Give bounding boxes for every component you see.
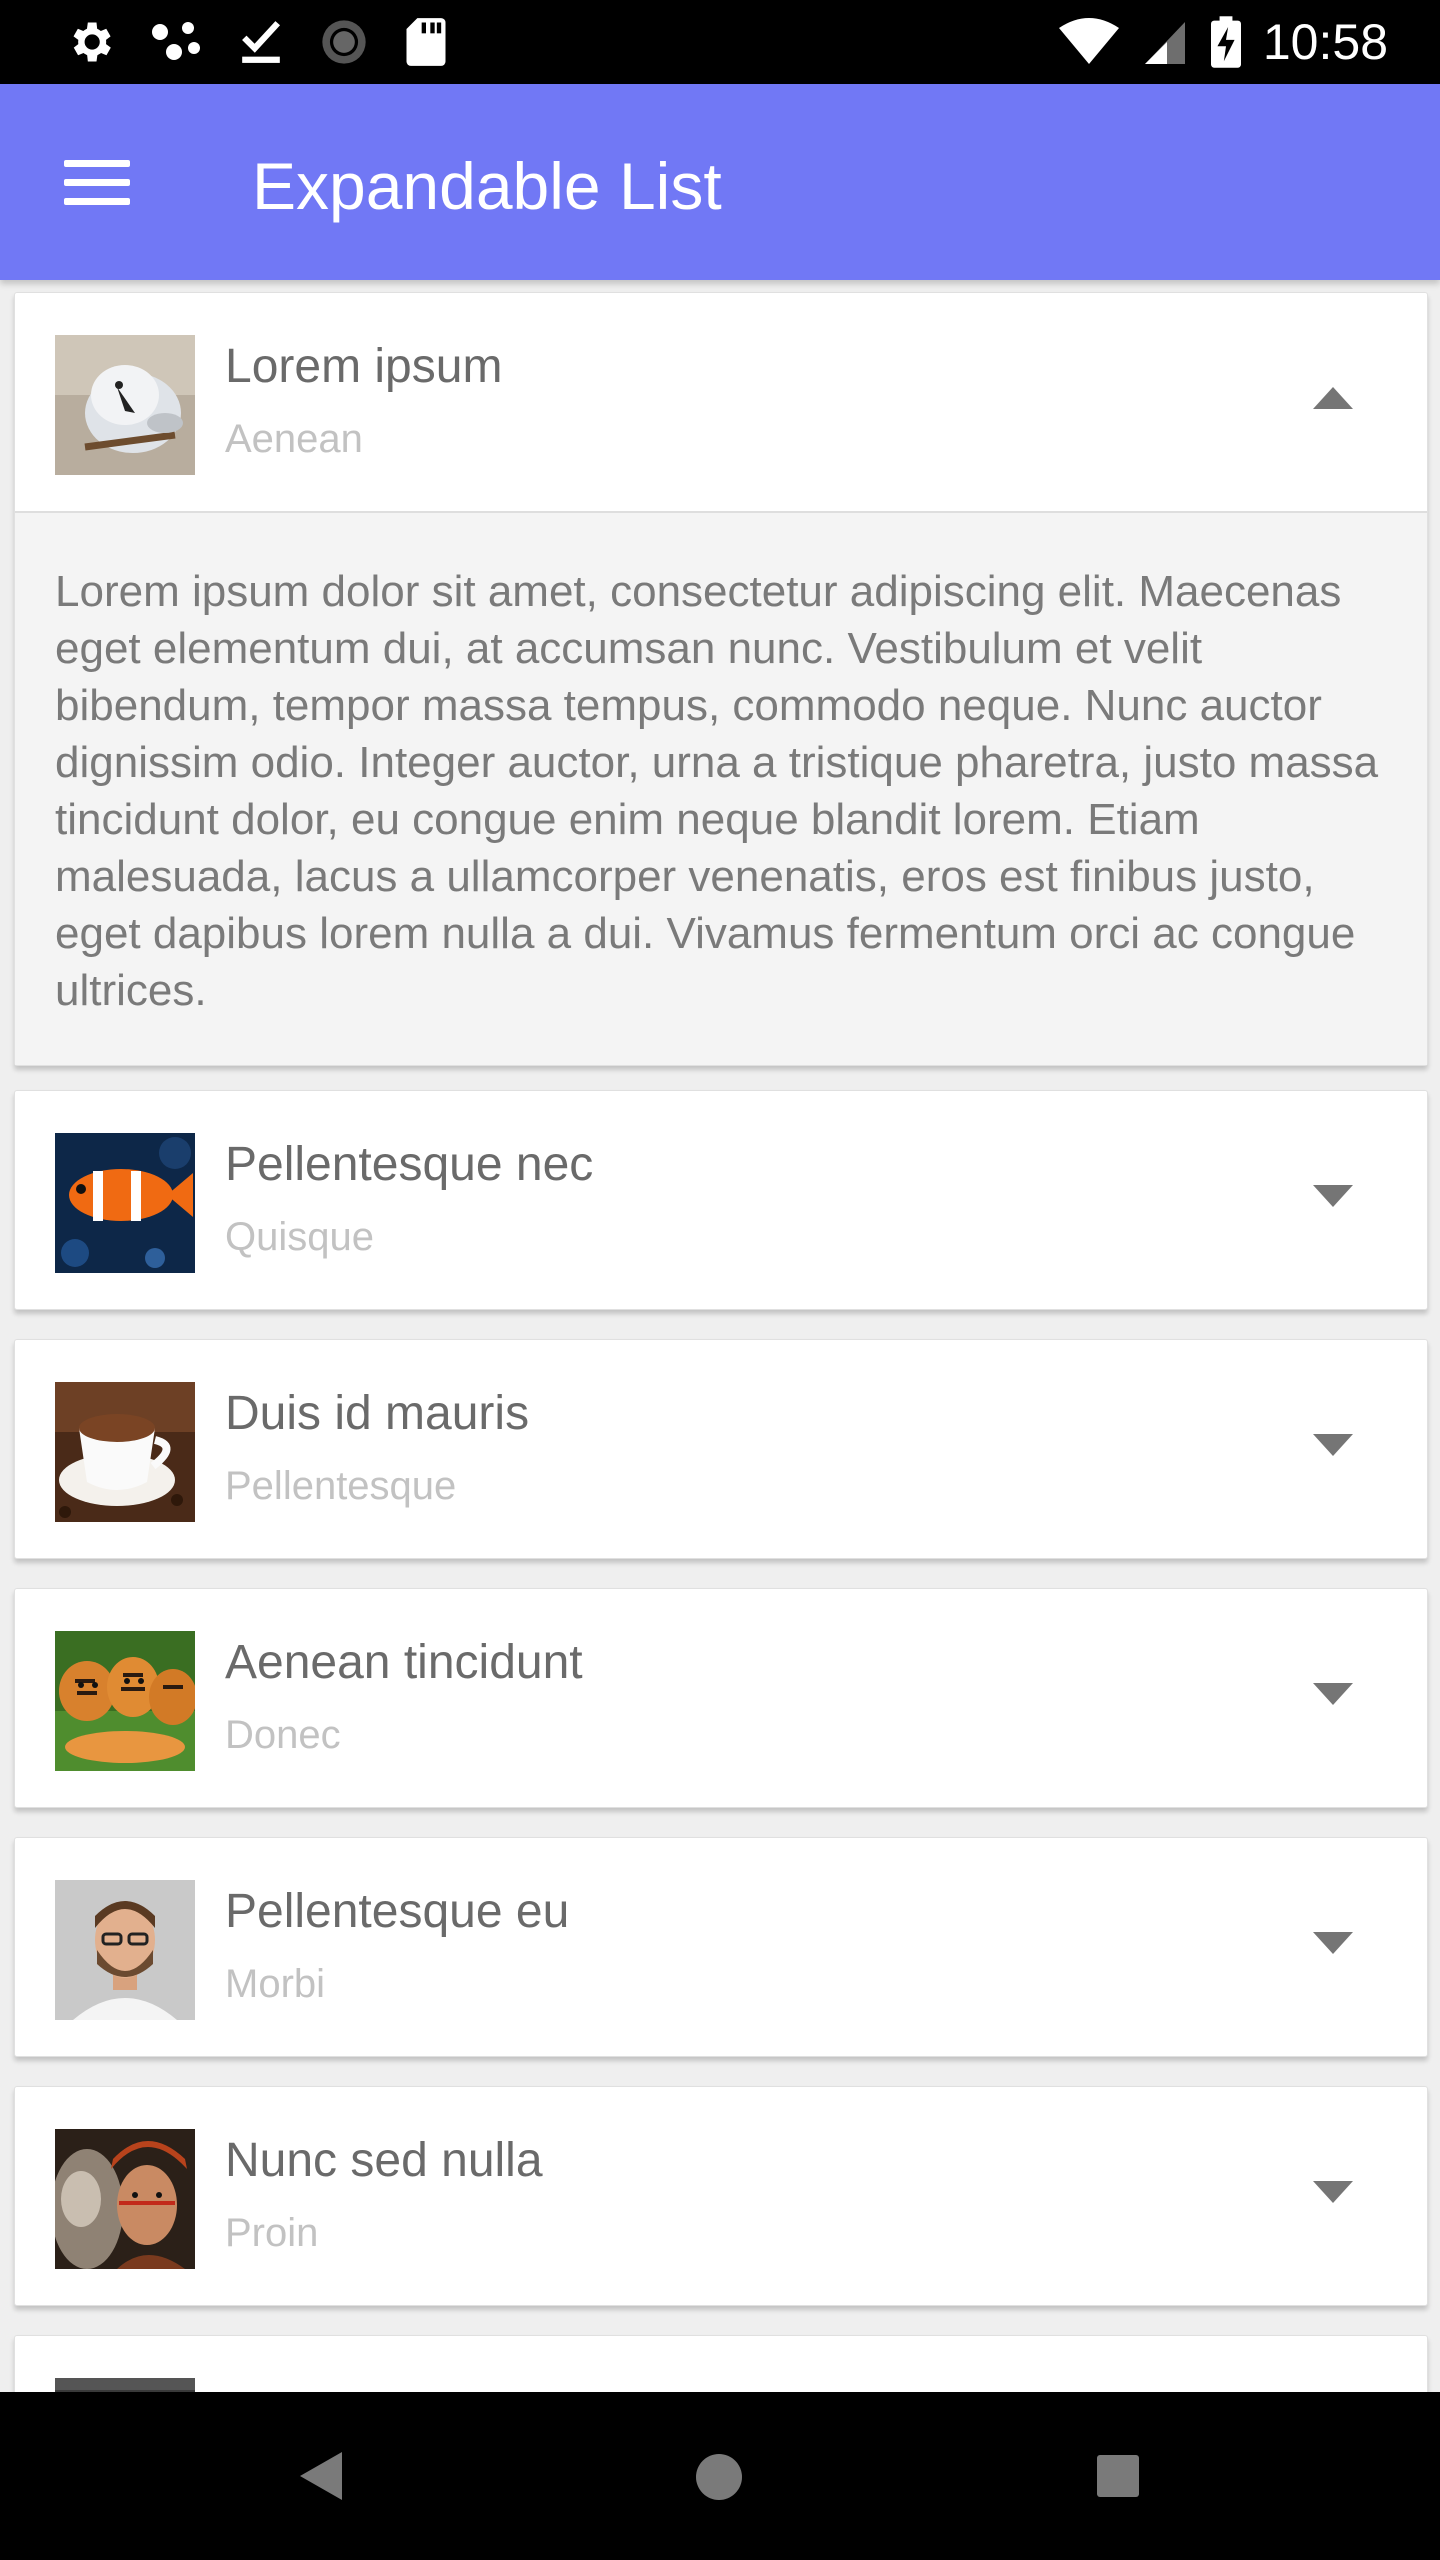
download-done-icon <box>242 21 281 63</box>
thumbnail-wolf-woman <box>55 2129 195 2269</box>
status-icons-left <box>64 14 448 70</box>
list-item-header[interactable]: Duis id mauris Pellentesque <box>15 1340 1427 1558</box>
chevron-down-icon[interactable] <box>1313 1434 1353 1456</box>
chevron-down-icon[interactable] <box>1313 2181 1353 2203</box>
list-item-subtitle: Donec <box>225 1713 341 1757</box>
wifi-icon <box>1058 18 1119 64</box>
status-icons-right: 10:58 <box>1058 12 1388 72</box>
chevron-down-icon[interactable] <box>1313 1932 1353 1954</box>
list-item-subtitle: Morbi <box>225 1962 326 2006</box>
list-item-subtitle: Proin <box>225 2211 319 2255</box>
list-item: Aenean tincidunt Donec <box>14 1588 1428 1808</box>
thumbnail-coffee <box>55 1382 195 1522</box>
status-time: 10:58 <box>1262 14 1388 70</box>
list-item-header[interactable]: Pellentesque nec Quisque <box>15 1091 1427 1309</box>
list-item-title: Nunc sed nulla <box>225 2134 543 2187</box>
chevron-up-icon[interactable] <box>1313 387 1353 409</box>
chevron-down-icon[interactable] <box>1313 1185 1353 1207</box>
list-item-subtitle: Aenean <box>225 417 363 461</box>
page-title: Expandable List <box>252 149 722 223</box>
list-item: Pellentesque eu Morbi <box>14 1837 1428 2057</box>
list-item-title: Duis id mauris <box>225 1387 530 1440</box>
list-item-header[interactable]: Pellentesque eu Morbi <box>15 1838 1427 2056</box>
list-item: Duis id mauris Pellentesque <box>14 1339 1428 1559</box>
back-icon[interactable] <box>300 2452 342 2500</box>
recents-icon[interactable] <box>1097 2455 1139 2497</box>
cell-signal-icon <box>1144 22 1185 64</box>
list-item-title: Pellentesque eu <box>225 1885 570 1938</box>
status-bar: 10:58 <box>0 0 1440 84</box>
list-item-subtitle: Quisque <box>225 1215 374 1259</box>
list-item-title: Pellentesque nec <box>225 1138 594 1191</box>
list-item-subtitle: Pellentesque <box>225 1464 457 1508</box>
list-item-body: Lorem ipsum dolor sit amet, consectetur … <box>15 511 1427 1065</box>
thumbnail-clownfish <box>55 1133 195 1273</box>
battery-charging-icon <box>1210 16 1241 68</box>
list-item-header[interactable]: Aenean tincidunt Donec <box>15 1589 1427 1807</box>
sd-card-icon <box>406 18 446 66</box>
list-item: Nunc sed nulla Proin <box>14 2086 1428 2306</box>
home-icon[interactable] <box>696 2454 742 2500</box>
list-item-header[interactable]: Lorem ipsum Aenean <box>15 293 1427 511</box>
settings-icon <box>73 22 111 62</box>
thumbnail-bird <box>55 335 195 475</box>
list-item: Pellentesque nec Quisque <box>14 1090 1428 1310</box>
list-item-title: Lorem ipsum <box>225 340 503 393</box>
sync-icon <box>322 20 366 64</box>
dots-icon <box>152 22 200 60</box>
menu-icon[interactable] <box>64 160 130 206</box>
chevron-down-icon[interactable] <box>1313 1683 1353 1705</box>
thumbnail-man <box>55 1880 195 2020</box>
app-bar: Expandable List <box>0 84 1440 280</box>
list-item-title: Aenean tincidunt <box>225 1636 583 1689</box>
navigation-bar <box>0 2392 1440 2560</box>
list-item: Lorem ipsum Aenean Lorem ipsum dolor sit… <box>14 292 1428 1066</box>
list-item-header[interactable]: Nunc sed nulla Proin <box>15 2087 1427 2305</box>
thumbnail-tigers <box>55 1631 195 1771</box>
